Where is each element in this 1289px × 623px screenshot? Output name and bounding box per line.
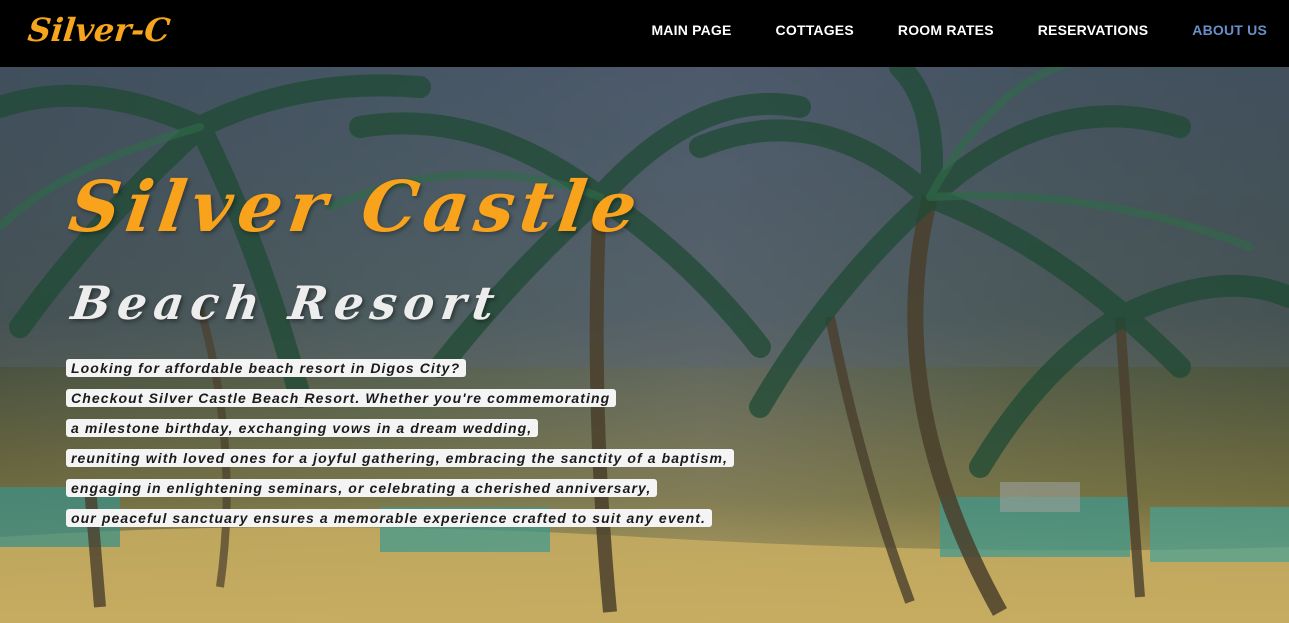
hero-description: Looking for affordable beach resort in D… — [66, 359, 735, 539]
nav-main-page[interactable]: MAIN PAGE — [651, 22, 731, 38]
navbar: Silver-C MAIN PAGE COTTAGES ROOM RATES R… — [0, 0, 1289, 67]
description-line: Checkout Silver Castle Beach Resort. Whe… — [66, 389, 617, 407]
nav-cottages[interactable]: COTTAGES — [776, 22, 854, 38]
hero-section: Silver Castle Beach Resort Looking for a… — [0, 67, 1289, 623]
description-line: a milestone birthday, exchanging vows in… — [66, 419, 539, 437]
hero-subtitle: Beach Resort — [68, 276, 505, 330]
beach-palm-background — [0, 67, 1289, 623]
description-line: reuniting with loved ones for a joyful g… — [66, 449, 735, 467]
main-nav: MAIN PAGE COTTAGES ROOM RATES RESERVATIO… — [607, 0, 1267, 60]
nav-about-us[interactable]: ABOUT US — [1192, 22, 1267, 38]
hero-title: Silver Castle — [64, 165, 649, 248]
site-logo[interactable]: Silver-C — [26, 11, 172, 49]
nav-room-rates[interactable]: ROOM RATES — [898, 22, 994, 38]
description-line: our peaceful sanctuary ensures a memorab… — [66, 509, 712, 527]
description-line: Looking for affordable beach resort in D… — [66, 359, 467, 377]
description-line: engaging in enlightening seminars, or ce… — [66, 479, 658, 497]
nav-reservations[interactable]: RESERVATIONS — [1038, 22, 1149, 38]
